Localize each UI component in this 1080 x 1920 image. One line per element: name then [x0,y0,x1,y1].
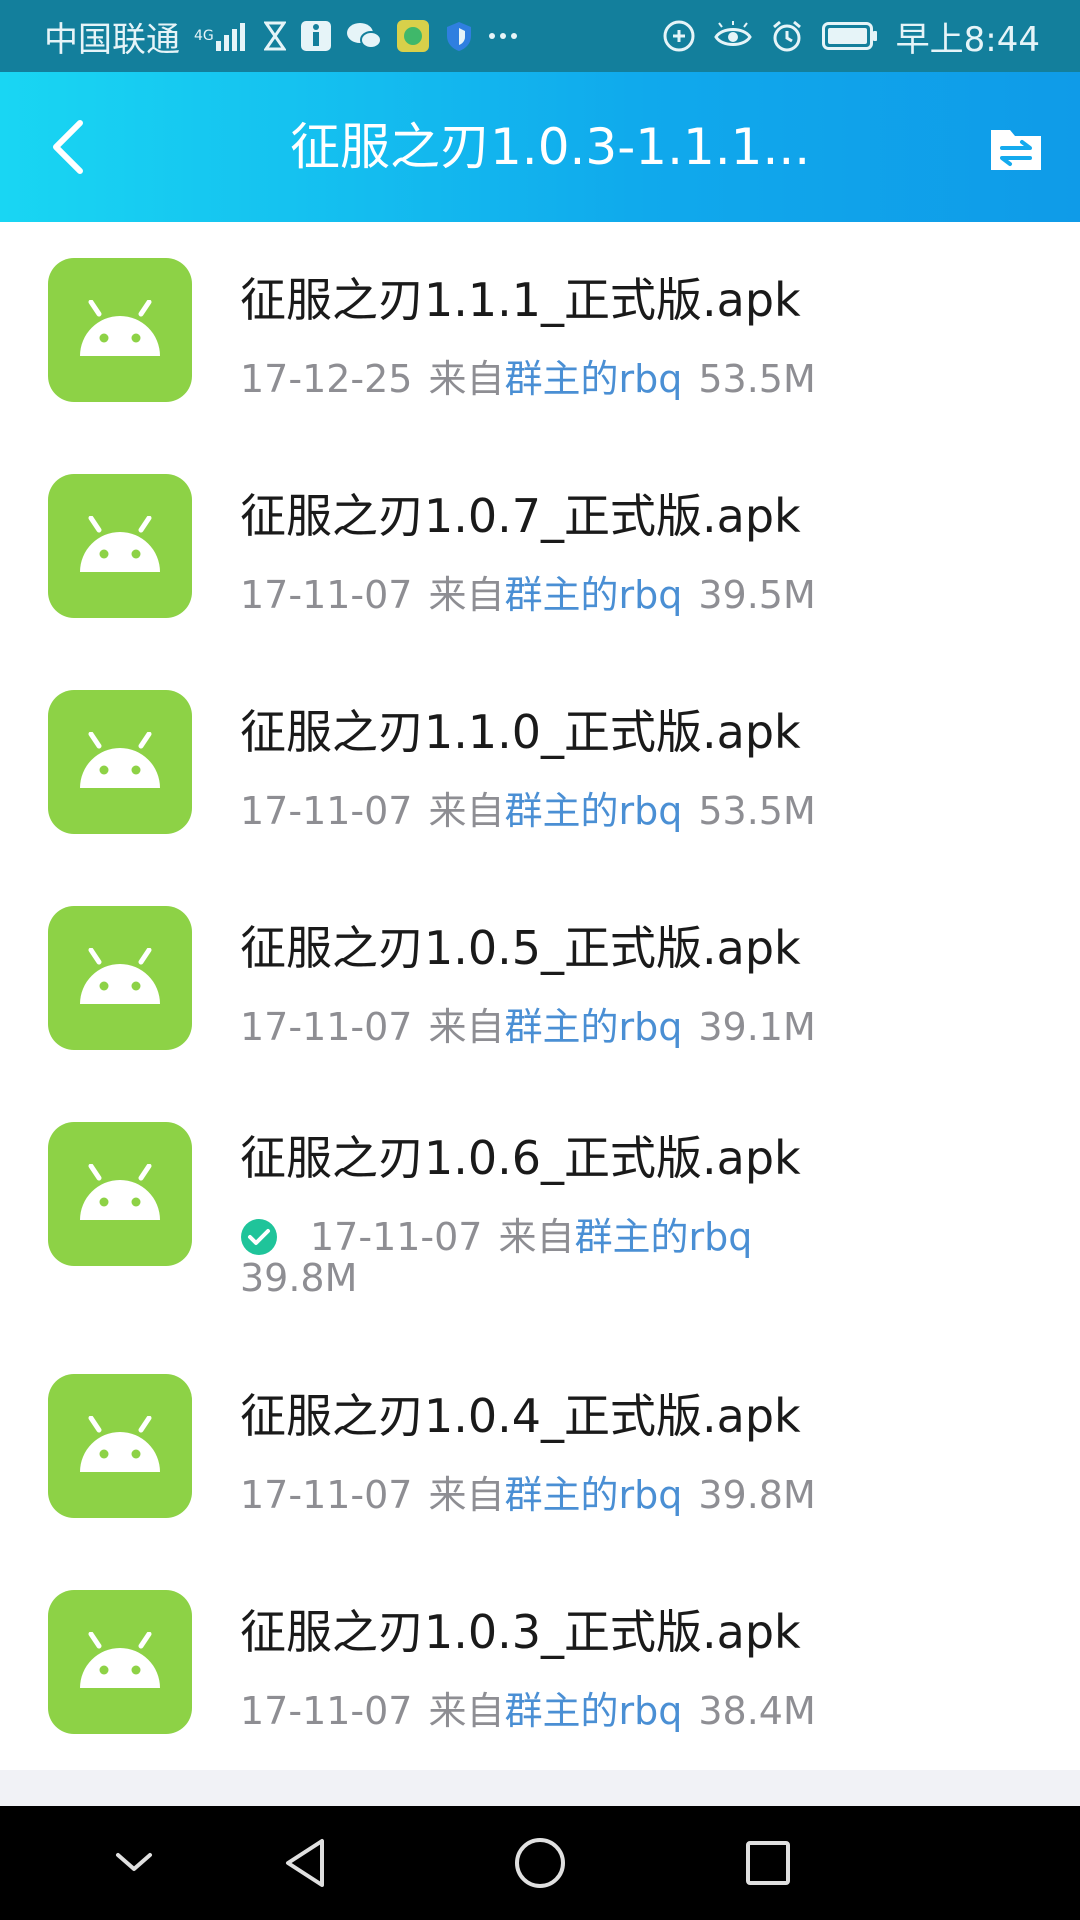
file-size: 39.8M [240,1256,358,1300]
file-name: 征服之刃1.0.6_正式版.apk [240,1131,801,1185]
file-size: 53.5M [698,789,816,833]
file-size: 39.8M [698,1473,816,1517]
system-nav-bar [0,1806,1080,1920]
home-circle-icon [515,1838,565,1888]
from-label: 来自 [428,573,505,617]
more-notifications-icon [488,31,518,41]
file-date: 17-12-25 [240,357,413,401]
file-meta: 17-11-07 来自群主的rbq 38.4M [240,1680,816,1735]
android-apk-icon [48,690,192,834]
page-title: 征服之刃1.0.3-1.1.1... [290,118,811,176]
list-item[interactable]: 征服之刃1.0.4_正式版.apk 17-11-07 来自群主的rbq 39.8M [0,1338,1080,1554]
chevron-down-icon [116,1853,152,1871]
info-app-icon [300,20,332,52]
list-item[interactable]: 征服之刃1.1.0_正式版.apk 17-11-07 来自群主的rbq 53.5M [0,654,1080,870]
uploader-link[interactable]: 群主的rbq [505,1005,683,1049]
android-apk-icon [48,1122,192,1266]
signal-icon: 4G [194,21,250,51]
file-meta: 17-11-07 来自群主的rbq 53.5M [240,780,816,835]
recents-square-icon [746,1841,790,1885]
file-meta: 17-11-07 来自群主的rbq 39.1M [240,996,816,1051]
from-label: 来自 [498,1215,575,1259]
android-apk-icon [48,906,192,1050]
from-label: 来自 [428,1689,505,1733]
list-item[interactable]: 征服之刃1.0.5_正式版.apk 17-11-07 来自群主的rbq 39.1M [0,870,1080,1086]
file-size: 53.5M [698,357,816,401]
uploader-link[interactable]: 群主的rbq [505,573,683,617]
battery-icon [821,22,878,50]
uploader-link[interactable]: 群主的rbq [505,1689,683,1733]
uploader-link[interactable]: 群主的rbq [575,1215,753,1259]
file-date: 17-11-07 [240,789,413,833]
back-triangle-icon [286,1839,324,1887]
network-type: 4G [194,28,214,44]
carrier-name: 中国联通 [44,19,180,60]
from-label: 来自 [428,789,505,833]
file-name: 征服之刃1.0.7_正式版.apk [240,489,801,543]
alarm-icon [770,19,804,53]
file-size: 39.5M [698,573,816,617]
clock-time: 早上8:44 [895,19,1040,60]
android-apk-icon [48,258,192,402]
file-list: 征服之刃1.1.1_正式版.apk 17-12-25 来自群主的rbq 53.5M … [0,222,1080,1770]
status-bar: 中国联通 4G 早上8:44 [0,0,1080,72]
nav-back-button[interactable] [278,1833,338,1893]
file-meta: 17-11-07 来自群主的rbq [240,1206,752,1261]
hide-nav-button[interactable] [104,1833,164,1893]
wechat-icon [346,21,382,51]
from-label: 来自 [428,1473,505,1517]
list-item[interactable]: 征服之刃1.0.3_正式版.apk 17-11-07 来自群主的rbq 38.4M [0,1554,1080,1770]
data-saver-icon [662,19,696,53]
file-size: 38.4M [698,1689,816,1733]
file-date: 17-11-07 [240,1689,413,1733]
file-name: 征服之刃1.0.4_正式版.apk [240,1389,801,1443]
file-date: 17-11-07 [240,1005,413,1049]
back-button[interactable] [44,117,98,177]
nav-recents-button[interactable] [738,1833,798,1893]
list-item[interactable]: 征服之刃1.1.1_正式版.apk 17-12-25 来自群主的rbq 53.5M [0,222,1080,438]
uploader-link[interactable]: 群主的rbq [505,1473,683,1517]
file-name: 征服之刃1.1.0_正式版.apk [240,705,801,759]
chevron-left-icon [53,120,83,174]
folder-transfer-button[interactable] [988,120,1044,176]
list-item[interactable]: 征服之刃1.0.6_正式版.apk 17-11-07 来自群主的rbq 39.8M [0,1086,1080,1338]
android-apk-icon [48,1374,192,1518]
from-label: 来自 [428,357,505,401]
android-apk-icon [48,1590,192,1734]
uploader-link[interactable]: 群主的rbq [505,357,683,401]
music-app-icon [396,19,430,53]
android-apk-icon [48,474,192,618]
file-date: 17-11-07 [310,1215,483,1259]
list-item[interactable]: 征服之刃1.0.7_正式版.apk 17-11-07 来自群主的rbq 39.5M [0,438,1080,654]
folder-transfer-icon [991,130,1041,170]
hourglass-icon [263,21,286,51]
file-meta: 17-11-07 来自群主的rbq 39.5M [240,564,816,619]
downloaded-check-icon [240,1218,278,1256]
eye-comfort-icon [713,21,752,51]
nav-home-button[interactable] [510,1833,570,1893]
file-name: 征服之刃1.1.1_正式版.apk [240,273,801,327]
app-bar: 征服之刃1.0.3-1.1.1... [0,72,1080,222]
shield-icon [444,20,474,52]
file-name: 征服之刃1.0.5_正式版.apk [240,921,801,975]
from-label: 来自 [428,1005,505,1049]
file-size: 39.1M [698,1005,816,1049]
file-name: 征服之刃1.0.3_正式版.apk [240,1605,801,1659]
file-date: 17-11-07 [240,1473,413,1517]
file-date: 17-11-07 [240,573,413,617]
uploader-link[interactable]: 群主的rbq [505,789,683,833]
file-meta: 17-12-25 来自群主的rbq 53.5M [240,348,816,403]
file-meta: 17-11-07 来自群主的rbq 39.8M [240,1464,816,1519]
list-footer [0,1770,1080,1806]
